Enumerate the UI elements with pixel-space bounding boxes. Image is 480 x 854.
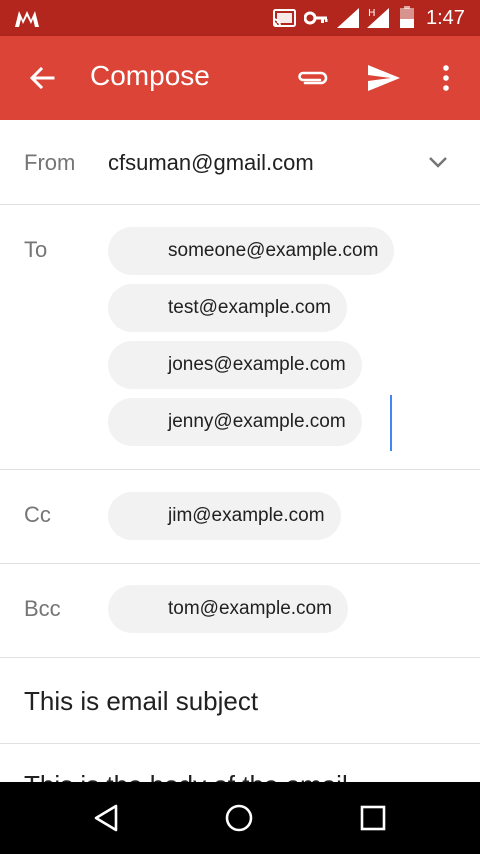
recipient-chip[interactable]: tom@example.com — [108, 585, 348, 633]
recipient-chip[interactable]: jenny@example.com — [108, 398, 362, 446]
nav-home-button[interactable] — [219, 800, 259, 836]
send-button[interactable] — [362, 60, 406, 96]
status-bar: H 1:47 — [0, 0, 480, 36]
body-field[interactable]: This is the body of the email — [24, 770, 348, 782]
from-row: From cfsuman@gmail.com — [0, 120, 480, 205]
subject-field[interactable]: This is email subject — [24, 686, 258, 717]
send-icon — [368, 65, 400, 91]
from-dropdown-button[interactable] — [424, 148, 452, 176]
nav-recents-icon — [360, 805, 386, 831]
chevron-down-icon — [429, 157, 447, 168]
cast-icon — [272, 9, 296, 27]
signal-icon — [337, 8, 359, 28]
from-label: From — [24, 150, 76, 175]
battery-icon — [400, 6, 414, 28]
back-arrow-icon — [29, 66, 55, 90]
recipient-chip[interactable]: test@example.com — [108, 284, 347, 332]
paperclip-icon — [298, 71, 328, 85]
bcc-row: Bcc tom@example.com — [0, 564, 480, 658]
recipient-chip[interactable]: someone@example.com — [108, 227, 395, 275]
nav-recents-button[interactable] — [353, 800, 393, 836]
more-options-button[interactable] — [430, 60, 462, 96]
subject-row: This is email subject — [0, 658, 480, 744]
attach-button[interactable] — [290, 60, 334, 96]
nav-back-icon — [94, 804, 118, 832]
bcc-label: Bcc — [24, 596, 61, 621]
key-icon — [304, 11, 328, 25]
recipient-chip[interactable]: jim@example.com — [108, 492, 341, 540]
cc-label: Cc — [24, 502, 51, 527]
nav-home-icon — [225, 804, 253, 832]
app-bar: Compose — [0, 36, 480, 120]
app-logo-icon — [15, 11, 39, 27]
signal-h-icon: H — [367, 8, 389, 28]
from-account-select[interactable]: cfsuman@gmail.com — [108, 150, 314, 176]
svg-text:H: H — [368, 8, 376, 19]
back-button[interactable] — [22, 60, 62, 96]
recipient-chip[interactable]: jones@example.com — [108, 341, 362, 389]
navigation-bar — [0, 782, 480, 854]
cc-row: Cc jim@example.com — [0, 470, 480, 564]
more-vert-icon — [443, 65, 449, 91]
page-title: Compose — [90, 60, 210, 91]
text-cursor — [390, 395, 392, 451]
body-area: This is the body of the email — [0, 744, 480, 782]
to-row: To someone@example.com test@example.com … — [0, 205, 480, 470]
status-clock: 1:47 — [426, 7, 465, 29]
nav-back-button[interactable] — [86, 800, 126, 836]
to-label: To — [24, 237, 48, 262]
